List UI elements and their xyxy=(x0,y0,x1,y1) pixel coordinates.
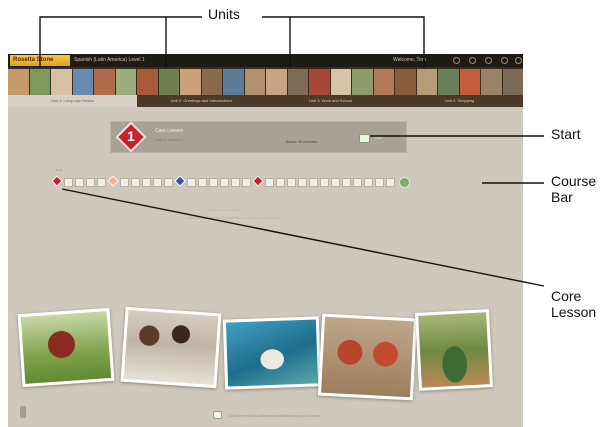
course-bar xyxy=(8,175,523,189)
course-bar-activity-block[interactable] xyxy=(265,178,274,187)
course-bar-activity-block[interactable] xyxy=(64,178,73,187)
course-bar-activity-block[interactable] xyxy=(187,178,196,187)
tab-unit-2[interactable]: Unit 2: Greetings and Introductions xyxy=(137,67,266,107)
course-bar-activity-block[interactable] xyxy=(86,178,95,187)
units-callout-label: Units xyxy=(208,6,240,22)
course-bar-activity-block[interactable] xyxy=(331,178,340,187)
side-handle[interactable] xyxy=(20,406,26,418)
home-icon[interactable] xyxy=(485,57,492,64)
course-bar-activity-block[interactable] xyxy=(298,178,307,187)
lesson-number: 1 xyxy=(127,128,135,144)
unit-thumbnails xyxy=(137,69,266,95)
app-logo: Rosetta Stone xyxy=(10,55,70,66)
unit-tabs: Unit 1: Language Basics Unit 2: Greeting… xyxy=(8,67,523,107)
course-bar-lesson-diamond-icon[interactable] xyxy=(107,175,119,187)
instruction-text: Click a block on the Course Bar to choos… xyxy=(186,215,280,220)
welcome-text: Welcome, Tom xyxy=(393,57,426,63)
progress-text: Lesson 1 Progress xyxy=(208,207,242,212)
exit-icon[interactable] xyxy=(515,57,522,64)
course-bar-activity-block[interactable] xyxy=(309,178,318,187)
start-button-label[interactable]: Start xyxy=(374,135,382,140)
add-milestone-text[interactable]: Click here to add Milestone activities t… xyxy=(228,413,320,418)
core-lesson-callout-label: Core Lesson xyxy=(551,288,597,320)
course-bar-lesson-diamond-icon[interactable] xyxy=(174,175,186,187)
top-bar: Rosetta Stone Spanish (Latin America) Le… xyxy=(8,54,523,67)
course-bar-callout-label: Course Bar xyxy=(551,173,597,205)
annotated-screenshot: Units Start Course Bar Core Lesson Roset… xyxy=(0,0,610,427)
course-bar-activity-block[interactable] xyxy=(386,178,395,187)
photo-smiling-group xyxy=(317,313,418,401)
start-button[interactable] xyxy=(359,134,370,143)
course-bar-activity-block[interactable] xyxy=(220,178,229,187)
course-bar-milestone-icon[interactable] xyxy=(399,177,410,188)
start-panel-time: About 30 minutes xyxy=(286,139,318,144)
tab-label: Unit 1: Language Basics xyxy=(8,95,137,107)
add-milestone-button[interactable] xyxy=(213,411,222,419)
tab-unit-3[interactable]: Unit 3: Work and School xyxy=(266,67,395,107)
course-bar-activity-block[interactable] xyxy=(209,178,218,187)
unit-thumbnails xyxy=(395,69,523,95)
course-bar-activity-block[interactable] xyxy=(342,178,351,187)
photo-person-drinking xyxy=(415,309,493,391)
tab-label: Unit 3: Work and School xyxy=(266,95,395,107)
tab-label: Unit 4: Shopping xyxy=(395,95,523,107)
course-bar-label: Core xyxy=(56,168,63,172)
help-icon[interactable] xyxy=(453,57,460,64)
course-bar-activity-block[interactable] xyxy=(353,178,362,187)
course-bar-lesson-diamond-icon[interactable] xyxy=(252,175,264,187)
course-bar-activity-block[interactable] xyxy=(97,178,106,187)
course-bar-lesson-diamond-icon[interactable] xyxy=(51,175,63,187)
unit-thumbnails xyxy=(266,69,395,95)
course-bar-activity-block[interactable] xyxy=(142,178,151,187)
course-bar-activity-block[interactable] xyxy=(120,178,129,187)
course-bar-activity-block[interactable] xyxy=(242,178,251,187)
start-panel-title: Core Lesson xyxy=(155,128,184,134)
course-bar-activity-block[interactable] xyxy=(231,178,240,187)
tab-unit-1[interactable]: Unit 1: Language Basics xyxy=(8,67,137,107)
tab-unit-4[interactable]: Unit 4: Shopping xyxy=(395,67,523,107)
profile-icon[interactable] xyxy=(501,57,508,64)
course-bar-activity-block[interactable] xyxy=(131,178,140,187)
course-bar-activity-block[interactable] xyxy=(287,178,296,187)
app-window: Rosetta Stone Spanish (Latin America) Le… xyxy=(8,54,523,427)
course-bar-activity-block[interactable] xyxy=(164,178,173,187)
settings-icon[interactable] xyxy=(469,57,476,64)
tab-label: Unit 2: Greetings and Introductions xyxy=(137,95,266,107)
course-bar-activity-block[interactable] xyxy=(153,178,162,187)
course-bar-activity-block[interactable] xyxy=(375,178,384,187)
photo-underwater-fish xyxy=(222,316,322,390)
course-bar-activity-block[interactable] xyxy=(276,178,285,187)
course-bar-activity-block[interactable] xyxy=(75,178,84,187)
course-bar-activity-block[interactable] xyxy=(364,178,373,187)
start-panel: 1 Core Lesson Unit 1, Lesson 1 About 30 … xyxy=(110,121,407,153)
unit-thumbnails xyxy=(8,69,137,95)
course-bar-activity-block[interactable] xyxy=(198,178,207,187)
course-bar-activity-block[interactable] xyxy=(320,178,329,187)
photo-family-reading xyxy=(120,306,222,389)
photo-girl-in-grass xyxy=(17,307,115,388)
start-callout-label: Start xyxy=(551,126,581,142)
course-title: Spanish (Latin America) Level 1 xyxy=(74,57,145,63)
start-panel-subtitle: Unit 1, Lesson 1 xyxy=(155,137,184,142)
